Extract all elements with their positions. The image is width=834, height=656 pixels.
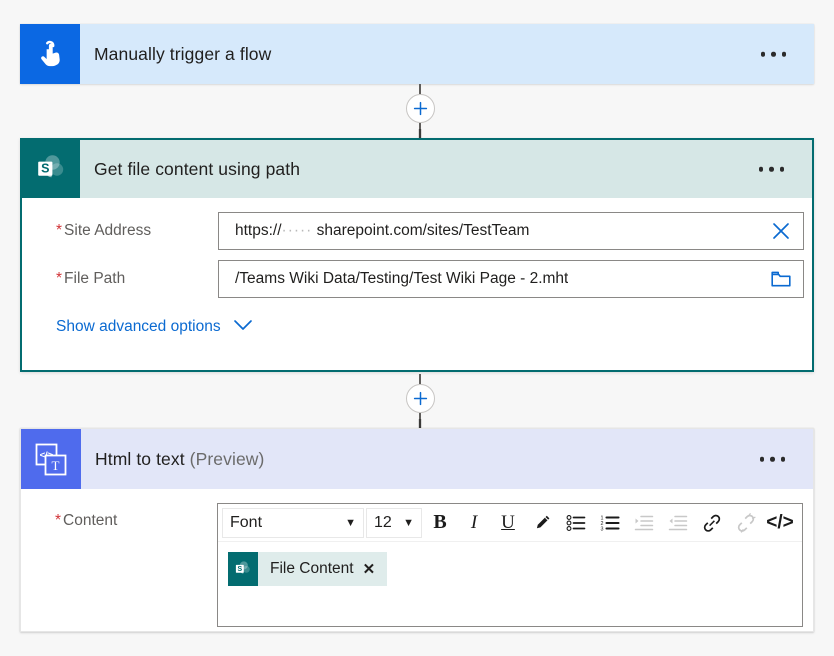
menu-dot (769, 166, 774, 172)
dynamic-content-token[interactable]: S File Content ✕ (228, 552, 388, 586)
outdent-button (662, 507, 694, 538)
remove-link-button (730, 507, 762, 538)
content-label: * Content (55, 512, 118, 529)
chevron-down-icon: ▼ (345, 516, 356, 529)
insert-step-button[interactable] (405, 94, 435, 123)
sharepoint-card-body: * Site Address https://····· sharepoint.c… (22, 198, 812, 370)
content-rich-text-editor[interactable]: Font ▼ 12 ▼ B I U 1 2 3 </> S File Conte… (217, 503, 803, 627)
html-to-text-card-menu-button[interactable] (754, 449, 792, 470)
menu-dot (771, 51, 776, 57)
menu-dot (758, 166, 763, 172)
font-size-dropdown[interactable]: 12 ▼ (366, 507, 422, 538)
field-row-file-path: * File Path /Teams Wiki Data/Testing/Test… (22, 260, 812, 298)
html-to-text-card-body: * Content Font ▼ 12 ▼ B I U 1 2 3 </> S … (21, 489, 813, 627)
site-address-value: https://····· sharepoint.com/sites/TestT… (219, 222, 529, 240)
html-to-text-card-title: Html to text (Preview) (95, 449, 264, 470)
indent-button (628, 507, 660, 538)
tap-hand-icon (20, 24, 80, 84)
trigger-card-title: Manually trigger a flow (94, 43, 272, 64)
insert-step-button[interactable] (405, 384, 435, 413)
sharepoint-card-header[interactable]: S Get file content using path (22, 140, 812, 198)
numbered-list-button[interactable]: 1 2 3 (594, 507, 626, 538)
svg-text:S: S (41, 161, 49, 175)
url-suffix: sharepoint.com/sites/TestTeam (316, 222, 530, 239)
html-to-text-icon: </> T (21, 429, 81, 489)
menu-dot (760, 51, 765, 57)
italic-button[interactable]: I (458, 507, 490, 538)
trigger-card-menu-button[interactable] (755, 44, 793, 65)
show-advanced-options-link[interactable]: Show advanced options (56, 318, 253, 336)
menu-dot (781, 51, 786, 57)
clear-x-icon[interactable] (771, 221, 791, 241)
action-card-get-file-content[interactable]: S Get file content using path * Site Addr… (20, 138, 814, 372)
bold-button[interactable]: B (424, 507, 456, 538)
content-editor-area[interactable]: S File Content ✕ (218, 542, 802, 626)
connector-line (419, 84, 421, 94)
action-card-html-to-text[interactable]: </> T Html to text (Preview) *Content (20, 428, 814, 632)
menu-dot (770, 456, 775, 462)
sharepoint-icon: S (228, 552, 258, 586)
font-family-value: Font (230, 513, 263, 531)
font-family-dropdown[interactable]: Font ▼ (222, 507, 364, 538)
required-asterisk: * (56, 270, 63, 287)
file-path-label: * File Path (56, 270, 126, 287)
trigger-card-manual[interactable]: Manually trigger a flow (20, 24, 814, 84)
site-address-label: * Site Address (56, 222, 152, 239)
token-label: File Content (270, 560, 354, 577)
editor-toolbar: Font ▼ 12 ▼ B I U 1 2 3 </> (218, 504, 802, 542)
html-to-text-title-main: Html to text (95, 448, 185, 469)
connector-line (419, 374, 421, 384)
trigger-card-header[interactable]: Manually trigger a flow (20, 24, 814, 84)
sharepoint-icon: S (22, 140, 80, 198)
file-path-value: /Teams Wiki Data/Testing/Test Wiki Page … (235, 270, 569, 287)
code-view-button[interactable]: </> (764, 507, 796, 538)
insert-link-button[interactable] (696, 507, 728, 538)
sharepoint-card-title: Get file content using path (94, 158, 301, 179)
menu-dot (780, 456, 785, 462)
menu-dot (779, 166, 784, 172)
folder-picker-icon[interactable] (771, 270, 791, 288)
site-address-input[interactable]: https://····· sharepoint.com/sites/TestT… (218, 212, 804, 250)
underline-button[interactable]: U (492, 507, 524, 538)
svg-text:S: S (238, 566, 243, 573)
flow-designer-canvas: Manually trigger a flow S Get file conte… (0, 0, 834, 656)
bulleted-list-button[interactable] (560, 507, 592, 538)
preview-badge: (Preview) (189, 448, 265, 469)
chevron-down-icon (233, 318, 253, 336)
url-redacted-tenant: ····· (281, 222, 313, 239)
sharepoint-card-menu-button[interactable] (753, 159, 791, 180)
chevron-down-icon: ▼ (403, 516, 414, 529)
svg-text:T: T (52, 458, 60, 473)
required-asterisk: * (56, 222, 63, 239)
required-asterisk: * (55, 512, 62, 529)
html-to-text-card-header[interactable]: </> T Html to text (Preview) (21, 429, 813, 489)
remove-token-button[interactable]: ✕ (363, 562, 376, 577)
url-prefix: https:// (235, 222, 282, 239)
font-size-value: 12 (374, 513, 392, 531)
field-row-site-address: * Site Address https://····· sharepoint.c… (22, 212, 812, 250)
text-color-button[interactable] (526, 507, 558, 538)
show-advanced-options-label: Show advanced options (56, 318, 221, 335)
svg-text:3: 3 (601, 526, 604, 531)
file-path-input[interactable]: /Teams Wiki Data/Testing/Test Wiki Page … (218, 260, 804, 298)
menu-dot (759, 456, 764, 462)
